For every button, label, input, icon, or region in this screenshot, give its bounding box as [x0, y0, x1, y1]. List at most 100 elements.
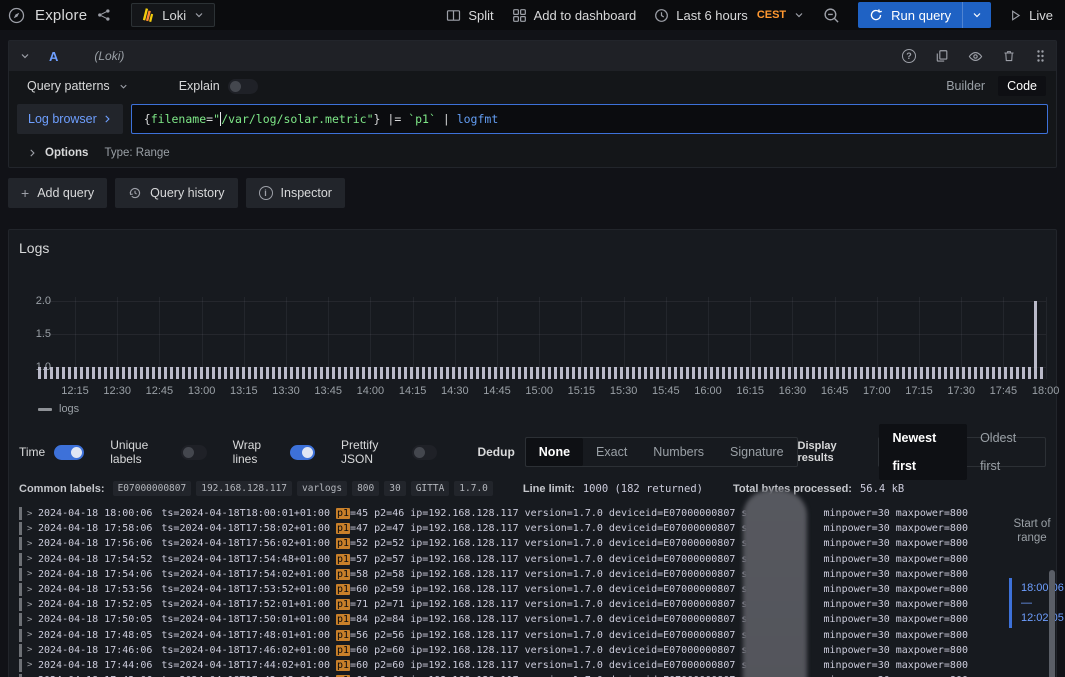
volume-bar[interactable]	[302, 367, 305, 379]
volume-bar[interactable]	[398, 367, 401, 379]
volume-bar[interactable]	[350, 367, 353, 379]
volume-bar[interactable]	[488, 367, 491, 379]
add-to-dashboard-button[interactable]: Add to dashboard	[512, 8, 637, 23]
query-expression-input[interactable]: {filename="/var/log/solar.metric"} |= `p…	[131, 104, 1048, 134]
toggle-switch[interactable]	[290, 445, 315, 460]
explain-toggle[interactable]	[228, 79, 258, 94]
volume-bar[interactable]	[266, 367, 269, 379]
run-query-button[interactable]: Run query	[858, 2, 991, 28]
expand-chevron-icon[interactable]: >	[27, 509, 38, 519]
volume-bar[interactable]	[632, 367, 635, 379]
expand-chevron-icon[interactable]: >	[27, 630, 38, 640]
volume-bar[interactable]	[74, 367, 77, 379]
volume-bar[interactable]	[698, 367, 701, 379]
volume-bar[interactable]	[788, 367, 791, 379]
volume-bar[interactable]	[854, 367, 857, 379]
split-button[interactable]: Split	[446, 8, 493, 23]
volume-bar[interactable]	[674, 367, 677, 379]
volume-bar[interactable]	[98, 367, 101, 379]
volume-bar[interactable]	[806, 367, 809, 379]
volume-bar[interactable]	[446, 367, 449, 379]
toggle-switch[interactable]	[181, 445, 207, 460]
chart-legend[interactable]: logs	[38, 403, 79, 415]
volume-bar[interactable]	[686, 367, 689, 379]
volume-bar[interactable]	[1028, 367, 1031, 379]
builder-mode-button[interactable]: Builder	[937, 76, 994, 96]
volume-bar[interactable]	[992, 367, 995, 379]
volume-bar[interactable]	[344, 367, 347, 379]
volume-bar[interactable]	[602, 367, 605, 379]
volume-bar[interactable]	[734, 367, 737, 379]
volume-bar[interactable]	[56, 367, 59, 379]
volume-bar[interactable]	[884, 367, 887, 379]
volume-bar[interactable]	[920, 367, 923, 379]
query-patterns-button[interactable]: Query patterns	[27, 79, 110, 93]
volume-bar[interactable]	[326, 367, 329, 379]
volume-bar[interactable]	[116, 367, 119, 379]
volume-bar[interactable]	[914, 367, 917, 379]
volume-bar[interactable]	[740, 367, 743, 379]
volume-bar[interactable]	[50, 367, 53, 379]
live-button[interactable]: Live	[1009, 8, 1053, 23]
volume-bar[interactable]	[626, 367, 629, 379]
volume-bar[interactable]	[554, 367, 557, 379]
volume-bar[interactable]	[896, 367, 899, 379]
volume-bar[interactable]	[614, 367, 617, 379]
volume-bar[interactable]	[92, 367, 95, 379]
log-browser-button[interactable]: Log browser	[17, 104, 123, 134]
volume-bar[interactable]	[494, 367, 497, 379]
volume-bar[interactable]	[440, 367, 443, 379]
volume-bar[interactable]	[830, 367, 833, 379]
volume-bar[interactable]	[278, 367, 281, 379]
expand-chevron-icon[interactable]: >	[27, 660, 38, 670]
volume-bar[interactable]	[584, 367, 587, 379]
volume-bar[interactable]	[926, 367, 929, 379]
volume-bar[interactable]	[284, 367, 287, 379]
toggle-switch[interactable]	[54, 445, 84, 460]
dedup-option[interactable]: None	[526, 438, 583, 466]
loaded-range-indicator[interactable]: 18:00:06 — 12:02:05	[1009, 578, 1064, 628]
expand-chevron-icon[interactable]: >	[27, 585, 38, 595]
volume-bar[interactable]	[434, 367, 437, 379]
volume-bar[interactable]	[578, 367, 581, 379]
volume-bar[interactable]	[296, 367, 299, 379]
volume-bar[interactable]	[236, 367, 239, 379]
volume-bar[interactable]	[146, 367, 149, 379]
eye-icon[interactable]	[968, 49, 983, 64]
volume-bar[interactable]	[500, 367, 503, 379]
log-row[interactable]: >2024-04-18 17:44:06ts=2024-04-18T17:44:…	[19, 658, 1046, 673]
volume-bar[interactable]	[170, 367, 173, 379]
volume-bar[interactable]	[590, 367, 593, 379]
volume-bar[interactable]	[758, 367, 761, 379]
dedup-option[interactable]: Signature	[717, 438, 797, 466]
volume-bar[interactable]	[866, 367, 869, 379]
chart-plot-area[interactable]: 2.01.51.012:1512:3012:4513:0013:1513:301…	[38, 291, 1046, 379]
expand-chevron-icon[interactable]: >	[27, 645, 38, 655]
volume-bar[interactable]	[560, 367, 563, 379]
volume-bar[interactable]	[182, 367, 185, 379]
volume-bar[interactable]	[404, 367, 407, 379]
volume-bar[interactable]	[62, 367, 65, 379]
volume-bar[interactable]	[368, 367, 371, 379]
volume-bar[interactable]	[542, 367, 545, 379]
trash-icon[interactable]	[1002, 49, 1016, 63]
log-row[interactable]: >2024-04-18 17:54:06ts=2024-04-18T17:54:…	[19, 567, 1046, 582]
log-row[interactable]: >2024-04-18 17:56:06ts=2024-04-18T17:56:…	[19, 536, 1046, 551]
toggle-switch[interactable]	[412, 445, 438, 460]
volume-bar[interactable]	[716, 367, 719, 379]
volume-bar[interactable]	[932, 367, 935, 379]
volume-bar[interactable]	[620, 367, 623, 379]
chevron-down-icon[interactable]	[19, 50, 31, 62]
volume-bar[interactable]	[44, 367, 47, 379]
volume-bar[interactable]	[980, 367, 983, 379]
volume-bar[interactable]	[968, 367, 971, 379]
volume-bar[interactable]	[878, 367, 881, 379]
volume-bar[interactable]	[80, 367, 83, 379]
volume-bar[interactable]	[374, 367, 377, 379]
volume-bar[interactable]	[662, 367, 665, 379]
volume-bar[interactable]	[458, 367, 461, 379]
volume-bar[interactable]	[338, 367, 341, 379]
volume-bar[interactable]	[824, 367, 827, 379]
help-circle-icon[interactable]: ?	[902, 49, 916, 63]
sort-order-option[interactable]: Oldest first	[967, 424, 1045, 480]
